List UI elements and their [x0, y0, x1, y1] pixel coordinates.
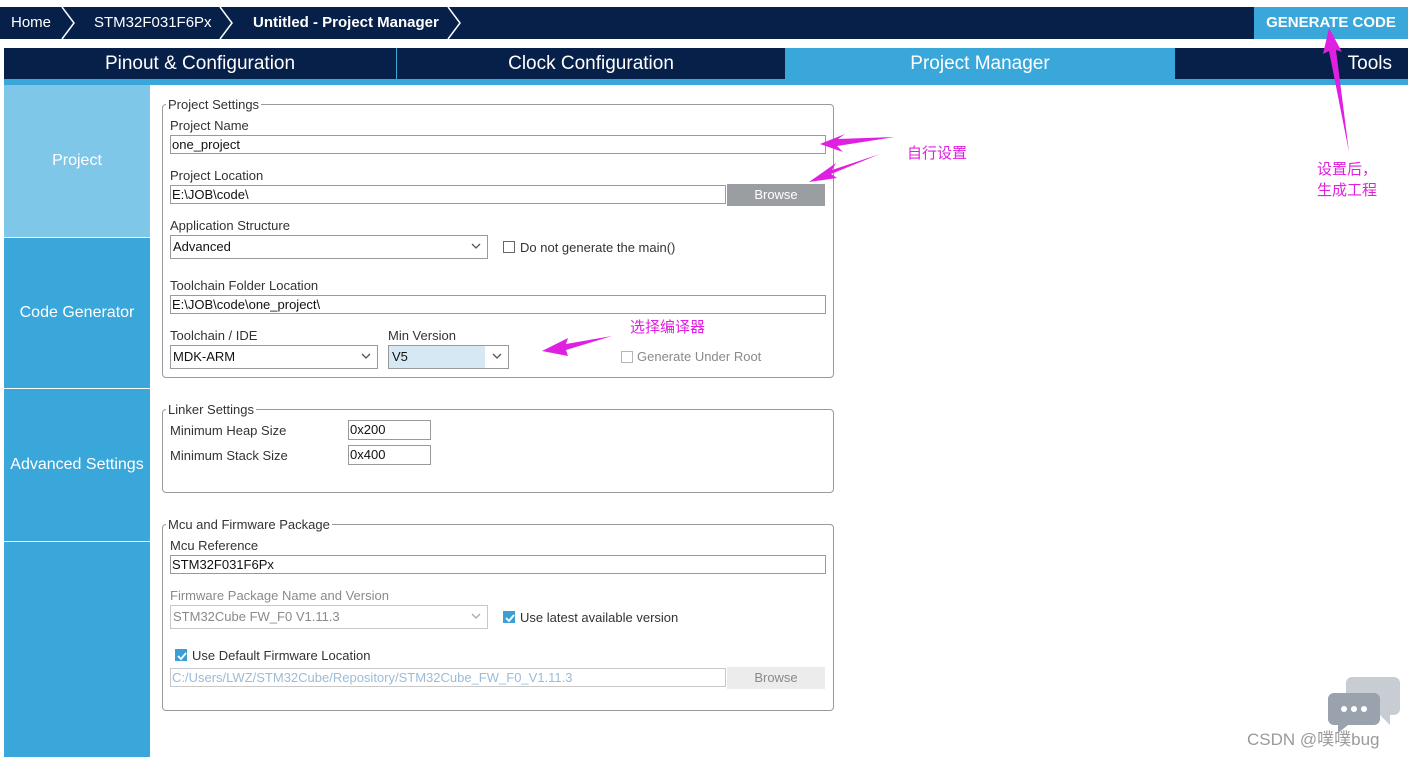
annotation-arrows — [542, 28, 1349, 356]
annotation-self-setting: 自行设置 — [907, 145, 968, 162]
chat-bubble-icon — [1328, 677, 1400, 733]
annotation-after-setting-1: 设置后， — [1317, 161, 1378, 178]
arrow-to-project-name — [820, 134, 895, 152]
annotation-choose-compiler: 选择编译器 — [630, 319, 706, 336]
annotation-after-setting-2: 生成工程 — [1317, 182, 1378, 199]
arrow-to-browse — [809, 154, 880, 182]
watermark: CSDN @噗噗bug — [1247, 730, 1380, 749]
arrow-to-min-version — [542, 336, 612, 356]
arrow-to-generate-code — [1323, 28, 1349, 152]
